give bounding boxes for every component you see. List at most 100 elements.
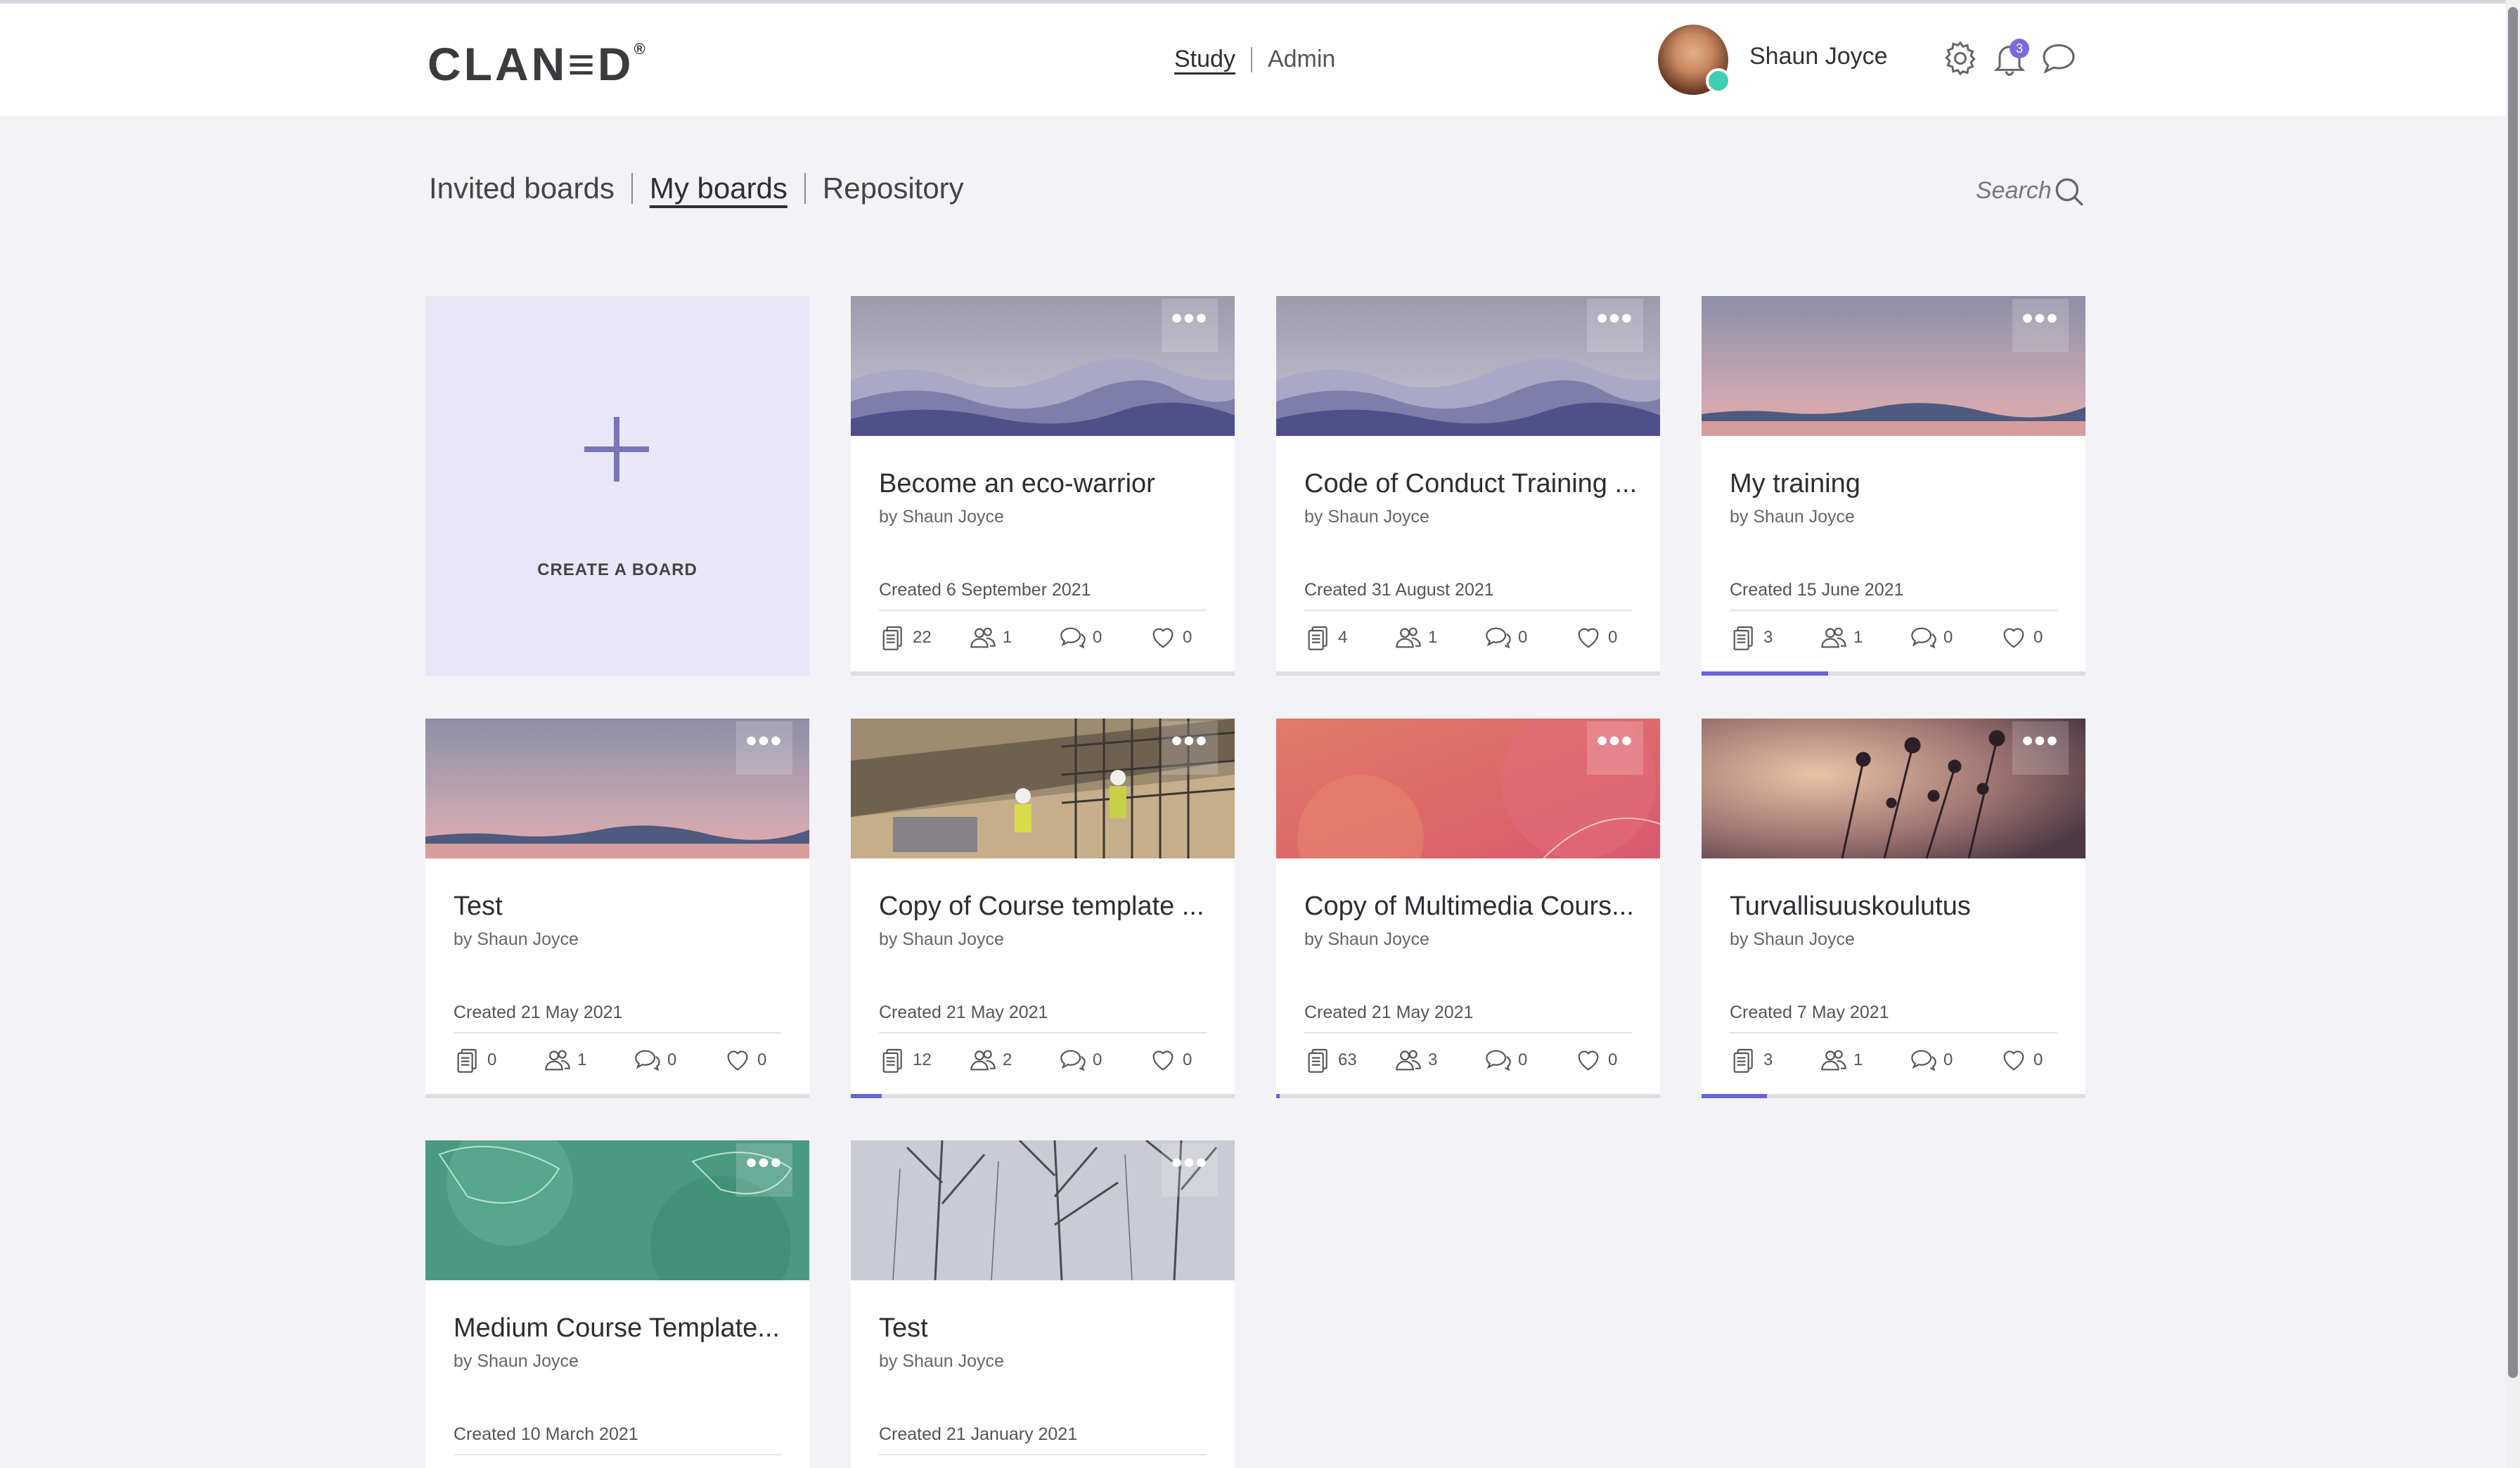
app-header: CLAN≡D® Study Admin Shaun Joyce 3 [0,4,2506,116]
board-title[interactable]: Copy of Course template ... [879,891,1204,922]
progress-fill [1702,1094,1767,1098]
plus-icon [584,417,649,482]
board-title[interactable]: Test [879,1313,928,1344]
board-stats: 22 1 0 0 [879,624,1239,652]
board-title[interactable]: Become an eco-warrior [879,469,1155,499]
board-title[interactable]: Code of Conduct Training ... [1304,469,1637,499]
stat-files-count: 4 [1338,628,1348,647]
scrollbar[interactable] [2506,0,2520,1468]
more-options-button[interactable]: ••• [2012,299,2069,352]
more-options-button[interactable]: ••• [1587,721,1643,775]
stat-comments: 0 [634,1046,724,1074]
comments-icon [1060,1050,1086,1071]
stat-likes: 0 [2000,1046,2090,1074]
gear-icon[interactable] [1941,39,1980,78]
stat-comments: 0 [1059,1046,1149,1074]
board-created-date: Created 21 May 2021 [879,1003,1048,1022]
comments-icon [1486,1050,1511,1071]
board-card[interactable]: ••• Turvallisuuskoulutus by Shaun Joyce Cre… [1702,719,2085,1098]
files-icon [457,1048,477,1073]
card-divider [879,1032,1207,1034]
board-stats: 0 1 0 0 [454,1046,814,1074]
board-created-date: Created 31 August 2021 [1304,580,1494,600]
board-author: by Shaun Joyce [1730,929,1855,949]
comments-icon [635,1050,660,1071]
stat-comments-count: 0 [1518,628,1528,647]
progress-bar [851,1094,1235,1098]
board-card[interactable]: ••• My training by Shaun Joyce Created 15 J… [1702,296,2085,676]
board-card[interactable]: ••• Become an eco-warrior by Shaun Joyce Cr… [851,296,1235,676]
more-options-button[interactable]: ••• [1162,721,1218,775]
stat-likes-count: 0 [2033,628,2043,647]
search-input[interactable]: Search [1976,177,2052,205]
top-navigation: Study Admin [1174,46,1335,73]
stat-files: 63 [1304,1046,1394,1074]
board-card[interactable]: ••• Test by Shaun Joyce Created 21 May 2021… [425,719,809,1098]
nav-study[interactable]: Study [1174,46,1235,73]
stat-likes: 0 [724,1046,814,1074]
more-options-button[interactable]: ••• [2012,721,2069,775]
claned-logo[interactable]: CLAN≡D® [428,37,648,91]
stat-likes: 0 [1149,1046,1239,1074]
board-card[interactable]: ••• Test by Shaun Joyce Created 21 January … [851,1140,1235,1468]
board-card[interactable]: ••• Copy of Course template ... by Shaun J… [851,719,1235,1098]
stat-likes-count: 0 [2033,1050,2043,1069]
comments-icon [1911,1050,1936,1071]
board-author: by Shaun Joyce [879,929,1004,949]
files-icon [1308,1048,1328,1073]
members-icon [545,1050,570,1071]
search-icon[interactable] [2052,174,2087,210]
progress-fill [851,1094,882,1098]
nav-admin[interactable]: Admin [1268,46,1335,73]
more-options-button[interactable]: ••• [736,721,792,775]
stat-members: 3 [1394,1046,1484,1074]
progress-bar [1276,671,1660,676]
scrollbar-thumb[interactable] [2508,7,2518,1378]
progress-fill [1702,671,1829,676]
stat-likes-count: 0 [1608,1050,1618,1069]
avatar[interactable] [1658,25,1731,95]
more-options-button[interactable]: ••• [1162,1143,1218,1197]
stat-members: 1 [1820,624,1910,652]
stat-likes: 0 [1149,624,1239,652]
comments-icon [1060,627,1086,649]
board-card[interactable]: ••• Medium Course Template... by Shaun Joy… [425,1140,809,1468]
stat-members-count: 1 [577,1050,587,1069]
stat-files-count: 63 [1338,1050,1357,1069]
user-name[interactable]: Shaun Joyce [1749,43,1888,70]
stat-files-count: 3 [1763,628,1773,647]
stat-members-count: 1 [1853,628,1863,647]
card-divider [454,1454,781,1455]
board-title[interactable]: My training [1730,469,1860,499]
board-title[interactable]: Turvallisuuskoulutus [1730,891,1971,922]
stat-members: 1 [969,624,1059,652]
chat-icon[interactable] [2039,39,2078,78]
stat-files: 3 [1730,624,1820,652]
board-author: by Shaun Joyce [1304,507,1429,527]
create-board-label: CREATE A BOARD [537,560,698,579]
board-created-date: Created 21 May 2021 [1304,1003,1474,1022]
board-title[interactable]: Medium Course Template... [454,1313,780,1344]
board-created-date: Created 21 January 2021 [879,1424,1078,1444]
stat-comments: 0 [1484,624,1574,652]
tab-my-boards[interactable]: My boards [650,172,788,205]
stat-comments: 0 [1910,624,2000,652]
board-title[interactable]: Copy of Multimedia Cours... [1304,891,1634,922]
stat-files-count: 22 [913,628,932,647]
more-options-button[interactable]: ••• [736,1143,792,1197]
stat-members-count: 2 [1003,1050,1012,1069]
heart-icon [2003,1050,2024,1071]
create-board-card[interactable]: CREATE A BOARD [425,296,809,676]
stat-files: 12 [879,1046,969,1074]
more-options-button[interactable]: ••• [1587,299,1643,352]
board-title[interactable]: Test [454,891,503,922]
board-created-date: Created 10 March 2021 [454,1424,638,1444]
tab-repository[interactable]: Repository [823,172,964,205]
card-divider [879,610,1207,611]
board-card[interactable]: ••• Copy of Multimedia Cours... by Shaun J… [1276,719,1660,1098]
board-created-date: Created 7 May 2021 [1730,1003,1889,1022]
stat-comments-count: 0 [1518,1050,1528,1069]
board-card[interactable]: ••• Code of Conduct Training ... by Shaun … [1276,296,1660,676]
more-options-button[interactable]: ••• [1162,299,1218,352]
tab-invited-boards[interactable]: Invited boards [429,172,615,205]
